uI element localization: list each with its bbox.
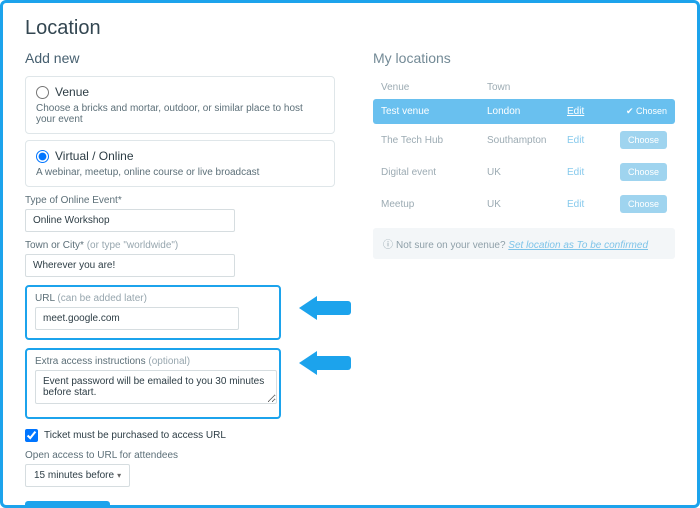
- open-access-label: Open access to URL for attendees: [25, 450, 335, 461]
- virtual-option-desc: A webinar, meetup, online course or live…: [36, 167, 324, 178]
- cell-venue: Test venue: [381, 106, 487, 117]
- my-locations-heading: My locations: [373, 50, 675, 66]
- town-input[interactable]: [25, 254, 235, 277]
- chevron-down-icon: ▾: [117, 471, 121, 480]
- cell-town: London: [487, 106, 567, 117]
- instructions-label: Extra access instructions (optional): [35, 356, 271, 367]
- cell-venue: Meetup: [381, 199, 487, 210]
- instructions-callout: Extra access instructions (optional): [25, 348, 281, 419]
- type-label: Type of Online Event*: [25, 195, 335, 206]
- venue-option-card[interactable]: Venue Choose a bricks and mortar, outdoo…: [25, 76, 335, 134]
- table-row: The Tech HubSouthamptonEdit Choose: [373, 124, 675, 156]
- choose-button[interactable]: Choose: [620, 131, 667, 149]
- cell-town: UK: [487, 199, 567, 210]
- virtual-option-card[interactable]: Virtual / Online A webinar, meetup, onli…: [25, 140, 335, 187]
- url-input[interactable]: [35, 307, 239, 330]
- locations-table: Venue Town Test venueLondonEdit✔ ChosenT…: [373, 76, 675, 220]
- virtual-option-title: Virtual / Online: [55, 149, 134, 163]
- ticket-required-label: Ticket must be purchased to access URL: [44, 430, 226, 441]
- cell-town: UK: [487, 167, 567, 178]
- edit-link[interactable]: Edit: [567, 106, 607, 117]
- venue-info-box: ⓘNot sure on your venue? Set location as…: [373, 228, 675, 259]
- col-venue: Venue: [381, 82, 487, 93]
- arrow-annotation-instructions: [299, 351, 351, 375]
- arrow-annotation-url: [299, 296, 351, 320]
- table-row: Digital eventUKEdit Choose: [373, 156, 675, 188]
- cell-venue: Digital event: [381, 167, 487, 178]
- url-callout: URL (can be added later): [25, 285, 281, 340]
- page-title: Location: [25, 17, 675, 40]
- instructions-textarea[interactable]: [35, 370, 277, 404]
- choose-button[interactable]: Choose: [620, 195, 667, 213]
- town-label: Town or City* (or type "worldwide"): [25, 240, 335, 251]
- venue-option-desc: Choose a bricks and mortar, outdoor, or …: [36, 103, 324, 125]
- ticket-required-checkbox[interactable]: [25, 429, 38, 442]
- edit-link[interactable]: Edit: [567, 167, 607, 178]
- add-location-button[interactable]: Add location: [25, 501, 110, 508]
- open-access-select[interactable]: 15 minutes before▾: [25, 464, 130, 487]
- info-icon: ⓘ: [383, 240, 393, 251]
- add-new-heading: Add new: [25, 50, 335, 66]
- type-input[interactable]: [25, 209, 235, 232]
- venue-option-title: Venue: [55, 85, 89, 99]
- choose-button[interactable]: Choose: [620, 163, 667, 181]
- table-row: MeetupUKEdit Choose: [373, 188, 675, 220]
- table-row: Test venueLondonEdit ✔ Chosen: [373, 99, 675, 124]
- cell-town: Southampton: [487, 135, 567, 146]
- col-town: Town: [487, 82, 567, 93]
- virtual-radio[interactable]: [36, 150, 49, 163]
- edit-link[interactable]: Edit: [567, 199, 607, 210]
- venue-radio[interactable]: [36, 86, 49, 99]
- chosen-badge: ✔ Chosen: [626, 106, 667, 116]
- url-label: URL (can be added later): [35, 293, 271, 304]
- set-tbc-link[interactable]: Set location as To be confirmed: [508, 240, 648, 251]
- edit-link[interactable]: Edit: [567, 135, 607, 146]
- cell-venue: The Tech Hub: [381, 135, 487, 146]
